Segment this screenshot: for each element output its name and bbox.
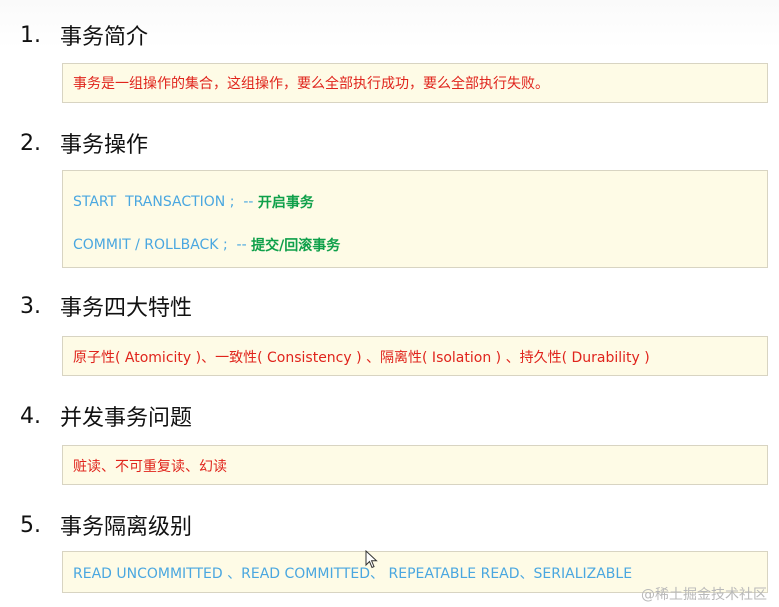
section-number: 2. [20, 130, 41, 156]
mouse-cursor-icon [365, 550, 378, 569]
section-number: 5. [20, 512, 41, 538]
section-number: 3. [20, 293, 41, 319]
section-number: 1. [20, 22, 41, 48]
section-title: 事务四大特性 [60, 296, 193, 321]
isolation-levels-text: READ UNCOMMITTED 、READ COMMITTED、 REPEAT… [73, 566, 633, 582]
section-title: 事务隔离级别 [60, 515, 193, 540]
commit-rollback-code: COMMIT / ROLLBACK ; -- [73, 237, 252, 253]
section-title: 事务操作 [60, 133, 149, 158]
section-title: 事务简介 [60, 25, 149, 50]
section-heading-problems: 4. 并发事务问题 [20, 401, 193, 432]
operation-line-start: START TRANSACTION ; -- 开启事务 [73, 192, 314, 212]
section-heading-acid: 3. 事务四大特性 [20, 291, 193, 322]
acid-text: 原子性( Atomicity )、一致性( Consistency ) 、隔离性… [73, 350, 650, 366]
problems-text: 赃读、不可重复读、幻读 [73, 459, 227, 475]
section-heading-isolation: 5. 事务隔离级别 [20, 510, 193, 541]
slide-page: 1. 事务简介 事务是一组操作的集合，这组操作，要么全部执行成功，要么全部执行失… [0, 0, 779, 607]
section-heading-intro: 1. 事务简介 [20, 20, 149, 51]
section-number: 4. [20, 403, 41, 429]
intro-text: 事务是一组操作的集合，这组操作，要么全部执行成功，要么全部执行失败。 [73, 76, 549, 92]
commit-rollback-comment: 提交/回滚事务 [251, 238, 341, 254]
problems-box: 赃读、不可重复读、幻读 [62, 445, 768, 485]
operations-box: START TRANSACTION ; -- 开启事务 COMMIT / ROL… [62, 170, 768, 268]
operation-line-commit: COMMIT / ROLLBACK ; -- 提交/回滚事务 [73, 235, 340, 255]
intro-box: 事务是一组操作的集合，这组操作，要么全部执行成功，要么全部执行失败。 [62, 63, 768, 103]
acid-box: 原子性( Atomicity )、一致性( Consistency ) 、隔离性… [62, 336, 768, 376]
section-title: 并发事务问题 [60, 406, 193, 431]
section-heading-operations: 2. 事务操作 [20, 128, 149, 159]
start-transaction-code: START TRANSACTION ; -- [73, 194, 258, 210]
watermark: @稀土掘金技术社区 [641, 587, 767, 603]
start-transaction-comment: 开启事务 [257, 195, 314, 211]
